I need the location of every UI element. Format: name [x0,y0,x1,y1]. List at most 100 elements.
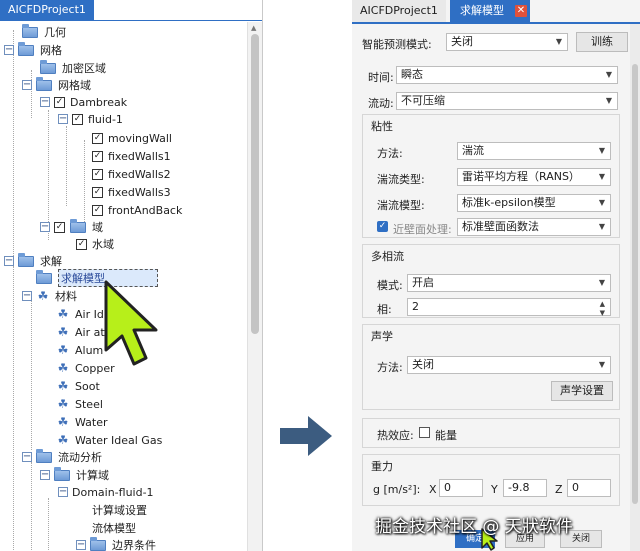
collapse-toggle-icon[interactable]: − [22,80,32,90]
near-wall-select[interactable]: 标准壁面函数法 ▼ [457,218,611,236]
tree-label: fixedWalls3 [108,185,171,199]
tree-scrollbar[interactable]: ▲ [247,22,262,551]
gravity-x-input[interactable]: 0 [439,479,483,497]
mouse-cursor-icon [104,280,158,366]
scroll-up-icon[interactable]: ▲ [251,24,256,32]
chevron-down-icon: ▼ [605,70,612,79]
tree-item-mesh[interactable]: − 网格 [4,41,62,58]
tree-item-material[interactable]: ☘ Water [56,414,108,430]
tab-project[interactable]: AICFDProject1 [352,0,446,22]
collapse-toggle-icon[interactable]: − [40,97,50,107]
scrollbar-thumb[interactable] [251,34,259,334]
checkbox-checked[interactable]: ✓ [92,168,103,180]
time-select[interactable]: 瞬态 ▼ [396,66,618,84]
scrollbar-thumb[interactable] [632,64,638,504]
folder-icon [54,466,70,481]
dialog-scrollbar[interactable] [630,24,640,551]
tree-item-fixed-walls3[interactable]: ✓ fixedWalls3 [92,184,171,200]
select-value: 雷诺平均方程（RANS） [462,170,580,183]
chevron-down-icon: ▼ [598,146,605,155]
multiphase-mode-select[interactable]: 开启 ▼ [407,274,611,292]
tree-item-moving-wall[interactable]: ✓ movingWall [92,130,172,146]
collapse-toggle-icon[interactable]: − [40,222,50,232]
thermal-group: 热效应: 能量 [362,418,620,448]
tree-item-front-and-back[interactable]: ✓ frontAndBack [92,202,182,218]
checkbox-checked[interactable]: ✓ [54,96,65,108]
material-icon: ☘ [57,343,69,357]
tree-item-water-domain[interactable]: ✓ 水域 [76,236,114,252]
turbulence-model-select[interactable]: 标准k-epsilon模型 ▼ [457,194,611,212]
flow-select[interactable]: 不可压缩 ▼ [396,92,618,110]
tree-item-fluid-model[interactable]: 流体模型 [92,520,136,536]
gravity-y-input[interactable]: -9.8 [503,479,547,497]
checkbox-checked[interactable]: ✓ [92,150,103,162]
material-icon: ☘ [57,433,69,447]
tree-label: 材料 [55,290,77,303]
tree-item-materials[interactable]: − ☘ 材料 [22,288,77,304]
checkbox-checked[interactable]: ✓ [92,186,103,198]
tree-item-material[interactable]: ☘ Air at [56,324,105,340]
energy-checkbox[interactable] [419,427,430,438]
chevron-down-icon: ▼ [598,198,605,207]
select-value: 标准k-epsilon模型 [462,196,556,209]
collapse-toggle-icon[interactable]: − [58,114,68,124]
tree-item-solve[interactable]: − 求解 [4,252,62,269]
collapse-toggle-icon[interactable]: − [22,291,32,301]
collapse-toggle-icon[interactable]: − [76,540,86,550]
checkbox-checked[interactable]: ✓ [92,204,103,216]
material-icon: ☘ [57,361,69,375]
tree-item-material[interactable]: ☘ Alum [56,342,104,358]
spin-down-icon[interactable]: ▼ [600,305,605,321]
gravity-z-input[interactable]: 0 [567,479,611,497]
material-icon: ☘ [57,379,69,393]
tree-item-domain[interactable]: − ✓ 域 [40,218,103,235]
acoustics-settings-button[interactable]: 声学设置 [551,381,613,401]
tree-label: fluid-1 [88,112,123,126]
checkbox-checked[interactable]: ✓ [54,221,65,233]
tab-underline [0,20,262,21]
checkbox-checked[interactable]: ✓ [92,132,103,144]
checkbox-checked[interactable]: ✓ [72,113,83,125]
tree-item-compute-domain[interactable]: − 计算域 [40,466,109,483]
collapse-toggle-icon[interactable]: − [22,452,32,462]
tree-item-compute-domain-settings[interactable]: 计算域设置 [92,502,147,518]
tree-item-domain-fluid1[interactable]: − Domain-fluid-1 [58,484,154,500]
acoustics-method-select[interactable]: 关闭 ▼ [407,356,611,374]
collapse-toggle-icon[interactable]: − [40,470,50,480]
near-wall-checkbox[interactable]: ✓ [377,221,388,232]
tree-item-mesh-domain[interactable]: − 网格域 [22,76,91,93]
folder-icon [36,269,52,284]
smart-predict-select[interactable]: 关闭 ▼ [446,33,568,51]
chevron-down-icon: ▼ [555,37,562,46]
tree-item-geometry[interactable]: 几何 [22,23,66,40]
tree-item-boundary-conditions[interactable]: − 边界条件 [76,536,156,551]
project-tab[interactable]: AICFDProject1 [0,0,94,20]
select-value: 瞬态 [401,68,423,81]
acoustics-method-label: 方法: [377,361,403,374]
close-icon[interactable]: ✕ [515,5,527,17]
viscous-method-select[interactable]: 湍流 ▼ [457,142,611,160]
tree-item-material[interactable]: ☘ Soot [56,378,100,394]
tree-item-material[interactable]: ☘ Water Ideal Gas [56,432,163,448]
solver-model-dialog: AICFDProject1 求解模型 ✕ 智能预测模式: 关闭 ▼ 训练 时间:… [352,0,640,551]
train-button[interactable]: 训练 [576,32,628,52]
checkbox-checked[interactable]: ✓ [76,238,87,250]
tree-item-fixed-walls2[interactable]: ✓ fixedWalls2 [92,166,171,182]
tree-item-dambreak[interactable]: − ✓ Dambreak [40,94,127,110]
phase-count-spinner[interactable]: 2 ▲ ▼ [407,298,611,317]
tree-line [13,30,14,272]
tree-item-flow-analysis[interactable]: − 流动分析 [22,448,102,465]
tree-item-material[interactable]: ☘ Steel [56,396,103,412]
collapse-toggle-icon[interactable]: − [4,45,14,55]
gravity-z-label: Z [555,483,563,496]
material-icon: ☘ [57,325,69,339]
tree-item-refine-region[interactable]: 加密区域 [40,59,106,76]
collapse-toggle-icon[interactable]: − [58,487,68,497]
tree-item-fixed-walls1[interactable]: ✓ fixedWalls1 [92,148,171,164]
turbulence-type-select[interactable]: 雷诺平均方程（RANS） ▼ [457,168,611,186]
folder-icon [22,23,38,38]
project-tree-panel: AICFDProject1 几何 − 网格 加密区域 − 网格域 − ✓ Dam… [0,0,263,551]
tree-item-fluid1[interactable]: − ✓ fluid-1 [58,111,123,127]
collapse-toggle-icon[interactable]: − [4,256,14,266]
near-wall-label: 近壁面处理: [393,223,452,236]
